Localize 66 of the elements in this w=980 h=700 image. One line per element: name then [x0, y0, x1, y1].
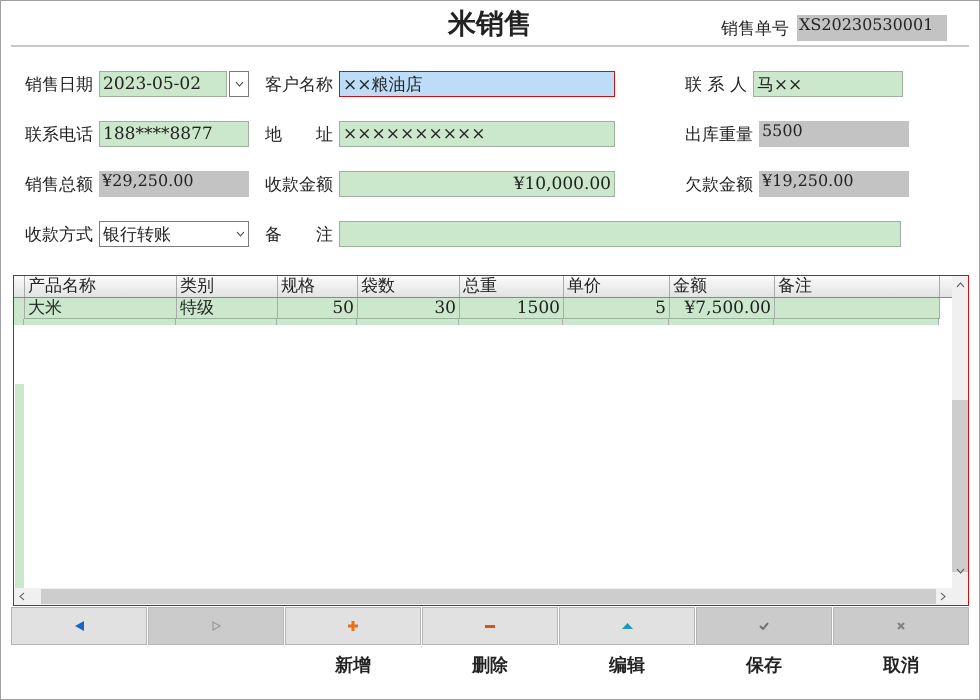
input-field[interactable] [339, 221, 901, 247]
field-label: 备 注 [265, 224, 333, 246]
chevron-down-icon [234, 81, 244, 87]
column-header[interactable]: 规格 [278, 276, 358, 297]
button-label: 取消 [883, 654, 919, 677]
field-label: 客户名称 [265, 74, 333, 96]
date-field[interactable]: 2023-05-02 [99, 71, 227, 97]
dropdown-field[interactable]: 银行转账 [99, 221, 249, 247]
readonly-field: 5500 [759, 121, 909, 147]
field-label: 地 址 [265, 124, 333, 146]
button-label: 保存 [746, 654, 782, 677]
button-label: 删除 [472, 654, 508, 677]
column-header[interactable]: 总重 [460, 276, 564, 297]
table-cell: 特级 [177, 298, 278, 319]
readonly-field: ¥19,250.00 [759, 171, 909, 197]
input-field[interactable]: 188****8877 [99, 121, 249, 147]
field-label: 欠款金额 [685, 174, 753, 196]
chevron-up-icon [956, 282, 964, 288]
readonly-field: ¥29,250.00 [99, 171, 249, 197]
check-icon [759, 622, 769, 630]
input-field[interactable]: ××粮油店 [339, 71, 615, 97]
field-label: 销售日期 [25, 74, 93, 96]
close-icon [897, 622, 905, 630]
field-label: 销售单号 [721, 18, 789, 40]
table-cell: 5 [564, 298, 670, 319]
input-field[interactable]: ¥10,000.00 [339, 171, 615, 197]
prev-button[interactable] [11, 607, 147, 645]
edit-button[interactable] [559, 607, 695, 645]
chevron-down-icon [236, 231, 245, 237]
horizontal-scrollbar[interactable] [14, 588, 952, 605]
field-label: 销售总额 [25, 174, 93, 196]
up-triangle-icon [622, 623, 632, 629]
field-label: 收款方式 [25, 224, 93, 246]
table-cell: 1500 [460, 298, 564, 319]
table-cell: 大米 [25, 298, 177, 319]
delete-button[interactable] [422, 607, 558, 645]
column-header[interactable]: 产品名称 [25, 276, 177, 297]
vertical-scrollbar[interactable] [952, 276, 968, 588]
field-label: 收款金额 [265, 174, 333, 196]
button-label: 新增 [335, 654, 371, 677]
chevron-right-icon [940, 592, 946, 601]
input-field[interactable]: 马×× [752, 71, 903, 97]
readonly-field: XS20230530001 [797, 15, 947, 41]
column-header[interactable]: 类别 [177, 276, 278, 297]
minus-icon [485, 624, 495, 628]
add-button[interactable] [285, 607, 421, 645]
row-header[interactable] [14, 298, 25, 319]
field-label: 出库重量 [685, 124, 753, 146]
right-triangle-icon [212, 621, 220, 631]
dropdown-button[interactable] [229, 71, 249, 97]
field-label: 联系电话 [25, 124, 93, 146]
column-header[interactable]: 袋数 [358, 276, 460, 297]
column-header[interactable]: 备注 [775, 276, 940, 297]
table-cell: ¥7,500.00 [670, 298, 775, 319]
field-label: 联 系 人 [685, 74, 747, 96]
chevron-left-icon [19, 592, 25, 601]
plus-icon [348, 621, 358, 631]
window-title: 米销售 [448, 6, 532, 42]
column-header[interactable]: 金额 [670, 276, 775, 297]
chevron-down-icon [956, 568, 964, 574]
input-field[interactable]: ×××××××××× [339, 121, 615, 147]
table-cell: 50 [278, 298, 358, 319]
column-header[interactable]: 单价 [564, 276, 670, 297]
table-cell: 30 [358, 298, 460, 319]
left-triangle-icon [74, 621, 84, 631]
button-label: 编辑 [609, 654, 645, 677]
